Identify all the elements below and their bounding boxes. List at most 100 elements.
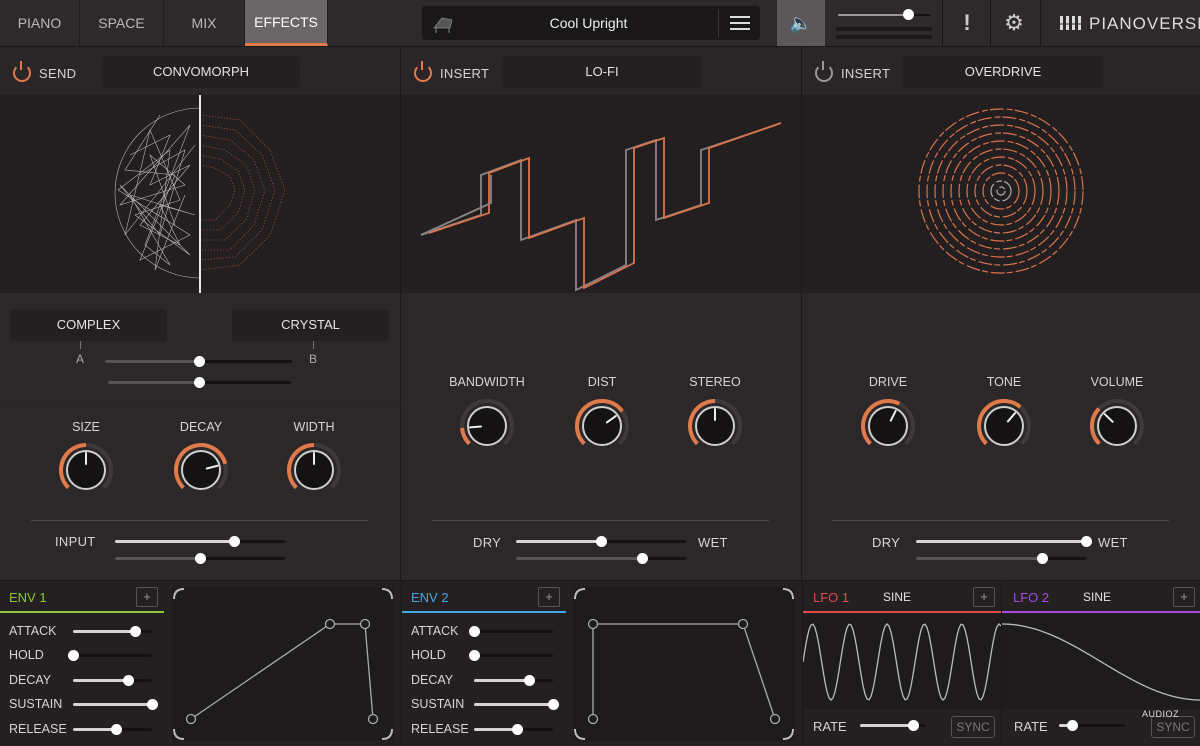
lofi-insert-label: INSERT bbox=[440, 66, 490, 81]
lfo2-module: LFO 2 SINE + RATE SYNC AUDIOZ bbox=[1001, 580, 1200, 745]
hamburger-menu-icon[interactable] bbox=[718, 9, 756, 37]
tab-effects[interactable]: EFFECTS bbox=[245, 0, 328, 46]
decay-label: DECAY bbox=[179, 420, 223, 434]
env1-attack-label: ATTACK bbox=[9, 624, 57, 638]
width-label: WIDTH bbox=[293, 420, 335, 434]
env1-release-label: RELEASE bbox=[9, 722, 67, 736]
preset-selector[interactable]: Cool Upright bbox=[422, 6, 760, 40]
decay-knob[interactable] bbox=[173, 442, 229, 498]
overdrive-wet-label: WET bbox=[1098, 535, 1128, 550]
env2-add-button[interactable]: + bbox=[538, 587, 560, 607]
volume-knob[interactable] bbox=[1089, 398, 1145, 454]
input-slider[interactable] bbox=[115, 536, 285, 547]
env2-attack-label: ATTACK bbox=[411, 624, 459, 638]
lofi-wet-label: WET bbox=[698, 535, 728, 550]
lfo1-sync-button[interactable]: SYNC bbox=[951, 716, 995, 738]
preset-name: Cool Upright bbox=[549, 15, 628, 31]
size-label: SIZE bbox=[72, 420, 100, 434]
send-power-icon[interactable] bbox=[13, 61, 31, 82]
overdrive-insert-label: INSERT bbox=[841, 66, 891, 81]
tab-mix[interactable]: MIX bbox=[164, 0, 245, 46]
lfo2-waveform bbox=[1002, 615, 1200, 709]
send-panel: SEND CONVOMORPH COMPLEX CRYSTAL A B bbox=[0, 47, 401, 402]
env1-decay-slider[interactable] bbox=[73, 675, 152, 686]
env2-decay-label: DECAY bbox=[411, 673, 454, 687]
morph-crystal-button[interactable]: CRYSTAL bbox=[232, 309, 389, 341]
tab-space[interactable]: SPACE bbox=[80, 0, 164, 46]
morph-b-label: B bbox=[309, 352, 318, 366]
input-mod-slider[interactable] bbox=[115, 553, 285, 564]
lfo2-add-button[interactable]: + bbox=[1173, 587, 1195, 607]
stereo-label: STEREO bbox=[689, 375, 741, 389]
overdrive-panel: INSERT OVERDRIVE DRIVE TONE VOLUME DRY W… bbox=[802, 47, 1200, 580]
lfo1-wave-selector[interactable]: SINE bbox=[855, 586, 939, 608]
lfo2-sync-button[interactable]: SYNC bbox=[1151, 716, 1195, 738]
input-label: INPUT bbox=[55, 534, 96, 549]
env2-decay-slider[interactable] bbox=[474, 675, 553, 686]
env1-sustain-label: SUSTAIN bbox=[9, 697, 63, 711]
dist-label: DIST bbox=[587, 375, 617, 389]
overdrive-effect-selector[interactable]: OVERDRIVE bbox=[903, 56, 1103, 88]
morph-mod-slider[interactable] bbox=[108, 377, 291, 388]
lofi-dry-label: DRY bbox=[473, 535, 502, 550]
env2-graph[interactable] bbox=[573, 587, 795, 741]
master-volume-slider[interactable] bbox=[838, 9, 931, 20]
env2-attack-slider[interactable] bbox=[469, 626, 553, 637]
drive-knob[interactable] bbox=[860, 398, 916, 454]
lfo1-add-button[interactable]: + bbox=[973, 587, 995, 607]
gear-icon[interactable]: ⚙ bbox=[991, 0, 1037, 46]
env1-graph[interactable] bbox=[172, 587, 394, 741]
env1-attack-slider[interactable] bbox=[73, 626, 152, 637]
overdrive-power-icon[interactable] bbox=[815, 61, 833, 82]
overdrive-drywet-mod-slider[interactable] bbox=[916, 553, 1086, 564]
lfo2-wave-selector[interactable]: SINE bbox=[1055, 586, 1139, 608]
brand-name: PIANOVERSE bbox=[1089, 14, 1200, 33]
send-effect-selector[interactable]: CONVOMORPH bbox=[102, 56, 300, 88]
lofi-drywet-slider[interactable] bbox=[516, 536, 686, 547]
morph-complex-button[interactable]: COMPLEX bbox=[10, 309, 167, 341]
env1-hold-label: HOLD bbox=[9, 648, 44, 662]
env2-hold-slider[interactable] bbox=[469, 650, 553, 661]
lfo1-module: LFO 1 SINE + RATE SYNC bbox=[802, 580, 1002, 745]
overdrive-drywet-slider[interactable] bbox=[916, 536, 1092, 547]
env2-module: ENV 2 + ATTACK HOLD DECAY SUSTAIN RELEAS… bbox=[401, 580, 802, 745]
lofi-power-icon[interactable] bbox=[414, 61, 432, 82]
alert-icon[interactable]: ! bbox=[944, 0, 990, 46]
speaker-icon[interactable]: 🔈 bbox=[777, 0, 825, 46]
morph-slider[interactable] bbox=[105, 356, 292, 367]
lfo2-rate-slider[interactable] bbox=[1059, 720, 1125, 731]
env1-module: ENV 1 + ATTACK HOLD DECAY SUSTAIN RELEAS… bbox=[0, 580, 401, 745]
lofi-panel: INSERT LO-FI BANDWIDTH DIST STEREO DRY W… bbox=[401, 47, 802, 580]
env2-sustain-slider[interactable] bbox=[474, 699, 559, 710]
env1-hold-slider[interactable] bbox=[68, 650, 152, 661]
overdrive-visual bbox=[802, 95, 1200, 293]
dist-knob[interactable] bbox=[574, 398, 630, 454]
width-knob[interactable] bbox=[286, 442, 342, 498]
bandwidth-knob[interactable] bbox=[459, 398, 515, 454]
meter-right bbox=[836, 35, 932, 39]
env2-release-slider[interactable] bbox=[474, 724, 553, 735]
morph-a-label: A bbox=[76, 352, 85, 366]
stereo-knob[interactable] bbox=[687, 398, 743, 454]
lofi-visual bbox=[401, 95, 801, 293]
tone-knob[interactable] bbox=[976, 398, 1032, 454]
lfo1-rate-label: RATE bbox=[813, 719, 847, 734]
piano-thumbnail-icon bbox=[433, 17, 453, 33]
lofi-effect-selector[interactable]: LO-FI bbox=[502, 56, 702, 88]
env1-sustain-slider[interactable] bbox=[73, 699, 158, 710]
top-bar: PIANO SPACE MIX EFFECTS Cool Upright 🔈 !… bbox=[0, 0, 1200, 47]
tab-piano[interactable]: PIANO bbox=[0, 0, 80, 46]
send-controls: SIZE DECAY WIDTH INPUT bbox=[0, 403, 401, 580]
lfo1-rate-slider[interactable] bbox=[860, 720, 926, 731]
volume-label: VOLUME bbox=[1090, 375, 1144, 389]
lfo2-rate-label: RATE bbox=[1014, 719, 1048, 734]
env1-decay-label: DECAY bbox=[9, 673, 52, 687]
lofi-drywet-mod-slider[interactable] bbox=[516, 553, 686, 564]
env1-release-slider[interactable] bbox=[73, 724, 152, 735]
env1-add-button[interactable]: + bbox=[136, 587, 158, 607]
meter-left bbox=[836, 27, 932, 31]
env2-hold-label: HOLD bbox=[411, 648, 446, 662]
bandwidth-label: BANDWIDTH bbox=[449, 375, 525, 389]
watermark: AUDIOZ bbox=[1142, 709, 1180, 719]
size-knob[interactable] bbox=[58, 442, 114, 498]
